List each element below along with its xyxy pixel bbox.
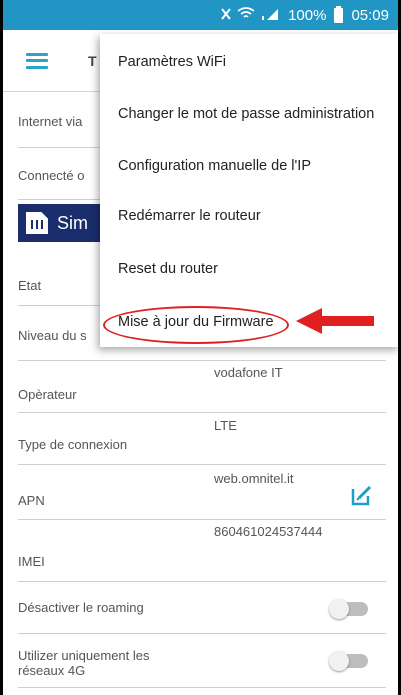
annotation-arrow-icon <box>296 308 374 334</box>
overflow-menu: Paramètres WiFi Changer le mot de passe … <box>100 34 400 347</box>
status-bar: 100% 05:09 <box>0 0 401 30</box>
menu-item-reset-router[interactable]: Reset du router <box>118 261 218 277</box>
page-title: T <box>88 52 97 69</box>
roaming-toggle[interactable] <box>329 599 368 619</box>
row-label: IMEI <box>18 554 45 569</box>
edit-apn-icon[interactable] <box>350 483 374 507</box>
menu-item-wifi-settings[interactable]: Paramètres WiFi <box>118 54 226 70</box>
row-label: Type de connexion <box>18 437 128 452</box>
clock: 05:09 <box>351 6 389 24</box>
row-value: LTE <box>214 418 237 433</box>
menu-hamburger-icon[interactable] <box>26 52 48 69</box>
row-label: APN <box>18 493 45 508</box>
annotation-highlight-oval <box>103 306 289 344</box>
battery-percent: 100% <box>288 6 327 24</box>
row-value: 860461024537444 <box>214 524 323 539</box>
menu-item-manual-ip-config[interactable]: Configuration manuelle de l'IP <box>118 158 311 174</box>
row-label: Opèrateur <box>18 387 77 402</box>
sim-section-title: Sim <box>57 212 88 233</box>
row-label: Utilizer uniquement les réseaux 4G <box>18 648 150 678</box>
sim-card-icon <box>26 212 48 234</box>
menu-item-change-admin-password[interactable]: Changer le mot de passe administration <box>118 106 374 122</box>
row-label-line2: réseaux 4G <box>18 663 86 678</box>
row-label: Connecté o <box>18 168 85 183</box>
row-only-4g: Utilizer uniquement les réseaux 4G <box>18 634 386 688</box>
row-roaming: Désactiver le roaming <box>18 582 386 634</box>
row-connection-type: Type de connexion LTE <box>18 413 386 465</box>
only-4g-toggle[interactable] <box>329 651 368 671</box>
row-value: web.omnitel.it <box>214 471 294 486</box>
row-imei: IMEI 860461024537444 <box>18 520 386 582</box>
battery-icon <box>334 5 344 23</box>
network-status-icons <box>220 6 282 25</box>
row-label: Niveau du s <box>18 328 87 343</box>
row-apn: APN web.omnitel.it <box>18 465 386 520</box>
row-operator: Opèrateur vodafone IT <box>18 361 386 413</box>
row-value: vodafone IT <box>214 365 283 380</box>
row-label: Internet via <box>18 114 83 129</box>
row-label: Etat <box>18 278 42 293</box>
row-label: Désactiver le roaming <box>18 600 144 615</box>
menu-item-restart-router[interactable]: Redémarrer le routeur <box>118 208 261 224</box>
row-label-line1: Utilizer uniquement les <box>18 648 150 663</box>
